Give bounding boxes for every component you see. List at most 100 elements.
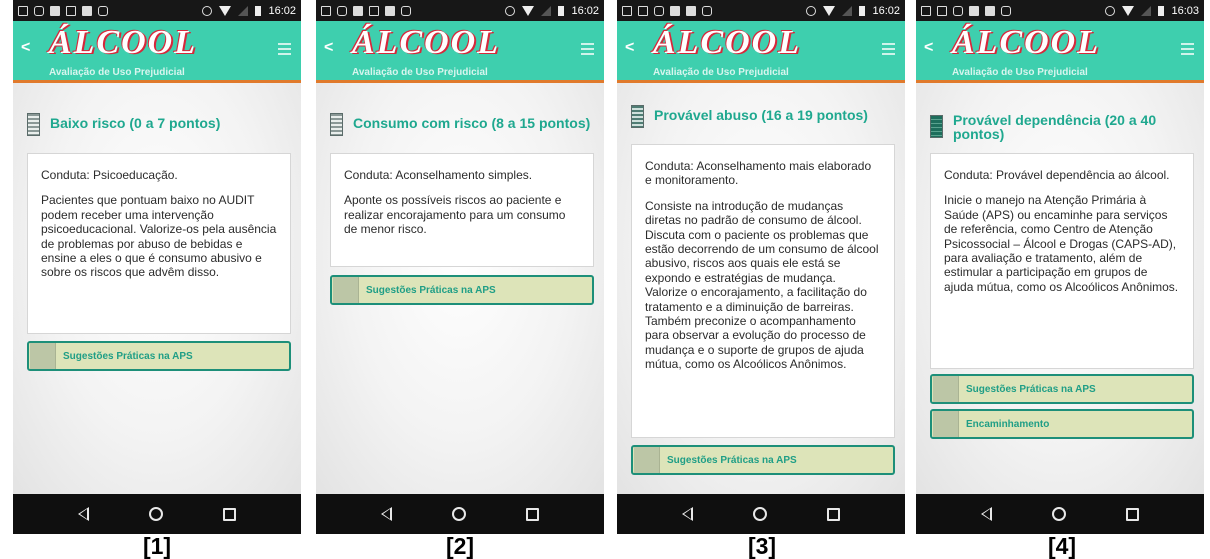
back-arrow-icon[interactable]: < (324, 39, 333, 57)
facebook-icon (82, 5, 92, 16)
aps-suggestions-button[interactable]: Sugestões Práticas na APS (330, 275, 594, 305)
button-chip (634, 447, 660, 473)
usb-icon (50, 5, 60, 16)
android-nav-bar (316, 494, 604, 534)
nav-home-icon[interactable] (149, 507, 163, 521)
status-bar: 16:02 (13, 0, 301, 21)
button-label: Sugestões Práticas na APS (667, 454, 797, 466)
app-logo: ÁLCOOL (952, 24, 1100, 61)
wifi-icon (823, 5, 836, 16)
battery-icon (255, 5, 262, 16)
level-2-icon (330, 113, 343, 136)
result-title: Provável dependência (20 a 40 pontos) (953, 112, 1157, 142)
mail-icon (937, 5, 947, 16)
conduct-label: Conduta: Provável dependência ao álcool. (944, 168, 1170, 182)
conduct-label: Conduta: Aconselhamento mais elaborado e… (645, 159, 872, 188)
menu-icon[interactable] (278, 43, 291, 58)
alarm-icon (1105, 5, 1116, 16)
battery-icon (859, 5, 866, 16)
conduct-label: Conduta: Aconselhamento simples. (344, 168, 533, 182)
back-arrow-icon[interactable]: < (625, 39, 634, 57)
button-chip (333, 277, 359, 303)
app-subtitle: Avaliação de Uso Prejudicial (352, 67, 488, 78)
screen-caption-3: [3] (747, 533, 777, 559)
app-subtitle: Avaliação de Uso Prejudicial (653, 67, 789, 78)
usb-icon (969, 5, 979, 16)
nav-recents-icon[interactable] (223, 507, 236, 521)
button-label: Sugestões Práticas na APS (966, 383, 1096, 395)
phone-screen-3: 16:02 < ÁLCOOL Avaliação de Uso Prejudic… (617, 0, 905, 534)
app-notification-icon (98, 5, 108, 16)
button-label: Encaminhamento (966, 418, 1050, 430)
android-nav-bar (916, 494, 1204, 534)
conduct-label: Conduta: Psicoeducação. (41, 168, 178, 182)
menu-icon[interactable] (581, 43, 594, 58)
image-notification-icon (18, 5, 28, 16)
app-logo: ÁLCOOL (352, 24, 500, 61)
back-arrow-icon[interactable]: < (21, 39, 30, 57)
status-bar: 16:02 (316, 0, 604, 21)
alarm-icon (505, 5, 516, 16)
nav-recents-icon[interactable] (526, 507, 539, 521)
conduct-description: Inicie o manejo na Atenção Primária à Sa… (944, 193, 1179, 294)
image-notification-icon (921, 5, 931, 16)
status-time: 16:03 (1171, 4, 1199, 17)
app-bar: < ÁLCOOL Avaliação de Uso Prejudicial (13, 21, 301, 83)
result-content: Consumo com risco (8 a 15 pontos) Condut… (316, 83, 604, 494)
nav-back-icon[interactable] (981, 507, 992, 521)
level-3-icon (631, 105, 644, 128)
aps-suggestions-button[interactable]: Sugestões Práticas na APS (27, 341, 291, 371)
button-label: Sugestões Práticas na APS (366, 284, 496, 296)
app-notification-icon (702, 5, 712, 16)
app-logo: ÁLCOOL (653, 24, 801, 61)
button-chip (933, 376, 959, 402)
image-notification-icon (321, 5, 331, 16)
signal-icon (842, 5, 853, 16)
wifi-icon (522, 5, 535, 16)
result-content: Baixo risco (0 a 7 pontos) Conduta: Psic… (13, 83, 301, 494)
usb-icon (670, 5, 680, 16)
nav-recents-icon[interactable] (827, 507, 840, 521)
menu-icon[interactable] (882, 43, 895, 58)
nav-back-icon[interactable] (682, 507, 693, 521)
app-subtitle: Avaliação de Uso Prejudicial (952, 67, 1088, 78)
nav-home-icon[interactable] (452, 507, 466, 521)
nav-back-icon[interactable] (78, 507, 89, 521)
menu-icon[interactable] (1181, 43, 1194, 58)
nav-back-icon[interactable] (381, 507, 392, 521)
mail-icon (369, 5, 379, 16)
app-subtitle: Avaliação de Uso Prejudicial (49, 67, 185, 78)
phone-screen-1: 16:02 < ÁLCOOL Avaliação de Uso Prejudic… (13, 0, 301, 534)
result-content: Provável abuso (16 a 19 pontos) Conduta:… (617, 83, 905, 494)
battery-icon (558, 5, 565, 16)
button-label: Sugestões Práticas na APS (63, 350, 193, 362)
screen-caption-1: [1] (142, 533, 172, 559)
back-arrow-icon[interactable]: < (924, 39, 933, 57)
alarm-icon (202, 5, 213, 16)
facebook-icon (686, 5, 696, 16)
nav-home-icon[interactable] (753, 507, 767, 521)
result-title: Consumo com risco (8 a 15 pontos) (353, 115, 591, 131)
aps-suggestions-button[interactable]: Sugestões Práticas na APS (631, 445, 895, 475)
nav-home-icon[interactable] (1052, 507, 1066, 521)
conduct-card: Conduta: Psicoeducação. Pacientes que po… (27, 153, 291, 334)
button-chip (933, 411, 959, 437)
mail-icon (66, 5, 76, 16)
android-nav-bar (617, 494, 905, 534)
result-title: Provável abuso (16 a 19 pontos) (654, 107, 868, 123)
conduct-card: Conduta: Aconselhamento mais elaborado e… (631, 144, 895, 438)
alarm-icon (806, 5, 817, 16)
device-notification-icon (654, 5, 664, 16)
aps-suggestions-button[interactable]: Sugestões Práticas na APS (930, 374, 1194, 404)
app-logo: ÁLCOOL (49, 24, 197, 61)
image-notification-icon (638, 5, 648, 16)
level-1-icon (27, 113, 40, 136)
nav-recents-icon[interactable] (1126, 507, 1139, 521)
screen-caption-2: [2] (445, 533, 475, 559)
result-title: Baixo risco (0 a 7 pontos) (50, 115, 221, 131)
referral-button[interactable]: Encaminhamento (930, 409, 1194, 439)
conduct-description: Consiste na introdução de mudanças diret… (645, 198, 879, 372)
usb-icon (353, 5, 363, 16)
wifi-icon (1122, 5, 1135, 16)
app-notification-icon (1001, 5, 1011, 16)
